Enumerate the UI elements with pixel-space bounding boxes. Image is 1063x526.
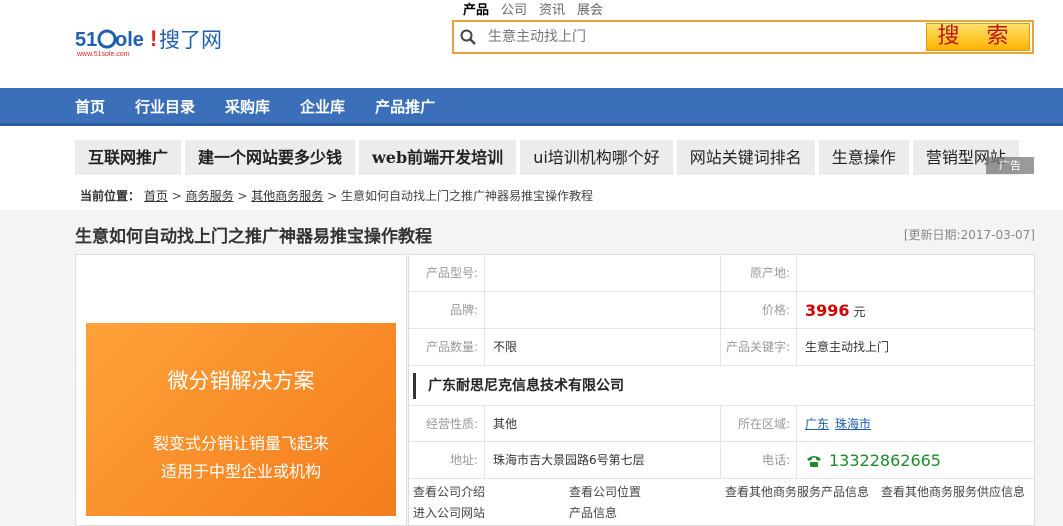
nav-promotion[interactable]: 产品推广 [375,88,435,126]
nav-purchase[interactable]: 采购库 [225,88,270,126]
breadcrumb-label: 当前位置： [80,189,141,203]
breadcrumb: 当前位置： 首页 > 商务服务 > 其他商务服务 > 生意如何自动找上门之推广神… [80,189,594,203]
price-unit: 元 [853,305,866,319]
search-input[interactable] [482,23,922,51]
promo-title: 微分销解决方案 [167,369,315,393]
nature-label: 经营性质: [409,406,485,441]
keyword-link[interactable]: 网站关键词排名 [676,140,815,175]
search-box: 搜 索 [452,20,1034,54]
info-row: 地址: 珠海市吉大景园路6号第七层 电话: 13322862665 [409,442,1034,479]
search-tab-company[interactable]: 公司 [501,3,527,19]
quantity-value: 不限 [485,329,721,365]
breadcrumb-link[interactable]: 首页 [144,189,168,203]
link-company-location[interactable]: 查看公司位置 [569,483,641,500]
model-label: 产品型号: [409,255,485,291]
main-nav: 首页 行业目录 采购库 企业库 产品推广 [0,88,1063,126]
keyword-link[interactable]: web前端开发培训 [359,140,517,175]
price-value: 3996 [805,301,850,320]
promo-line: 适用于中型企业或机构 [160,462,321,481]
keyword-link[interactable]: 互联网推广 [75,140,182,175]
product-info-table: 产品型号: 原产地: 品牌: 价格: 3996 元 产品数量: 不限 产品关键字:… [408,254,1035,526]
svg-text:ole: ole [115,29,144,51]
keyword-ad-bar: 互联网推广 建一个网站要多少钱 web前端开发培训 ui培训机构哪个好 网站关键… [75,140,1035,175]
address-label: 地址: [409,442,485,478]
phone-cell: 13322862665 [797,442,1034,478]
info-row: 经营性质: 其他 所在区域: 广东 珠海市 [409,405,1034,442]
keyword-label: 产品关键字: [721,329,797,365]
promo-banner[interactable]: 微分销解决方案 裂变式分销让销量飞起来 适用于中型企业或机构 [86,323,396,516]
brand-value [485,292,721,328]
info-row: 产品数量: 不限 产品关键字: 生意主动找上门 [409,329,1034,366]
link-other-suppliers[interactable]: 查看其他商务服务供应信息 [881,483,1025,500]
breadcrumb-link[interactable]: 商务服务 [186,189,234,203]
region-province-link[interactable]: 广东 [805,417,829,431]
link-other-products[interactable]: 查看其他商务服务产品信息 [725,483,869,500]
svg-text:!: ! [150,26,157,51]
quantity-label: 产品数量: [409,329,485,365]
svg-text:51: 51 [75,29,97,51]
search-icon [454,22,482,52]
keyword-link[interactable]: 建一个网站要多少钱 [185,140,356,175]
search-tabs: 产品 公司 资讯 展会 [463,3,615,22]
breadcrumb-link[interactable]: 其他商务服务 [251,189,323,203]
link-company-site[interactable]: 进入公司网站 [413,504,485,521]
ad-badge: 广告 [986,157,1034,174]
search-button[interactable]: 搜 索 [926,23,1030,51]
info-row: 品牌: 价格: 3996 元 [409,292,1034,329]
nature-value: 其他 [485,406,721,441]
keyword-link[interactable]: 生意操作 [818,140,909,175]
origin-value [797,255,1034,291]
svg-text:www.51sole.com: www.51sole.com [76,51,130,58]
search-tab-news[interactable]: 资讯 [539,3,565,19]
svg-text:搜了网: 搜了网 [159,28,222,52]
model-value [485,255,721,291]
promo-line: 裂变式分销让销量飞起来 [152,434,329,453]
company-name[interactable]: 广东耐思尼克信息技术有限公司 [413,373,1028,399]
link-product-info[interactable]: 产品信息 [569,504,617,521]
region-label: 所在区域: [721,406,797,441]
nav-home[interactable]: 首页 [75,88,105,126]
keyword-value: 生意主动找上门 [805,340,890,354]
header: 51 ole ! 搜了网 www.51sole.com 产品 公司 资讯 展会 … [0,0,1063,88]
nav-industry[interactable]: 行业目录 [135,88,195,126]
link-company-intro[interactable]: 查看公司介绍 [413,483,485,500]
address-value: 珠海市吉大景园路6号第七层 [485,442,721,478]
phone-label: 电话: [721,442,797,478]
price-cell: 3996 元 [797,292,1034,328]
search-tab-product[interactable]: 产品 [463,3,490,22]
keyword-link[interactable]: ui培训机构哪个好 [520,140,673,175]
brand-label: 品牌: [409,292,485,328]
origin-label: 原产地: [721,255,797,291]
info-row: 产品型号: 原产地: [409,255,1034,292]
search-tab-expo[interactable]: 展会 [577,3,603,19]
nav-enterprise[interactable]: 企业库 [300,88,345,126]
region-city-link[interactable]: 珠海市 [835,417,871,431]
page-title: 生意如何自动找上门之推广神器易推宝操作教程 [75,227,432,247]
phone-value[interactable]: 13322862665 [829,442,941,479]
price-label: 价格: [721,292,797,328]
update-date: [更新日期:2017-03-07] [903,228,1035,242]
phone-icon [807,455,821,467]
breadcrumb-current: 生意如何自动找上门之推广神器易推宝操作教程 [341,189,594,203]
region-value: 广东 珠海市 [797,406,1034,441]
site-logo[interactable]: 51 ole ! 搜了网 www.51sole.com [75,22,235,62]
